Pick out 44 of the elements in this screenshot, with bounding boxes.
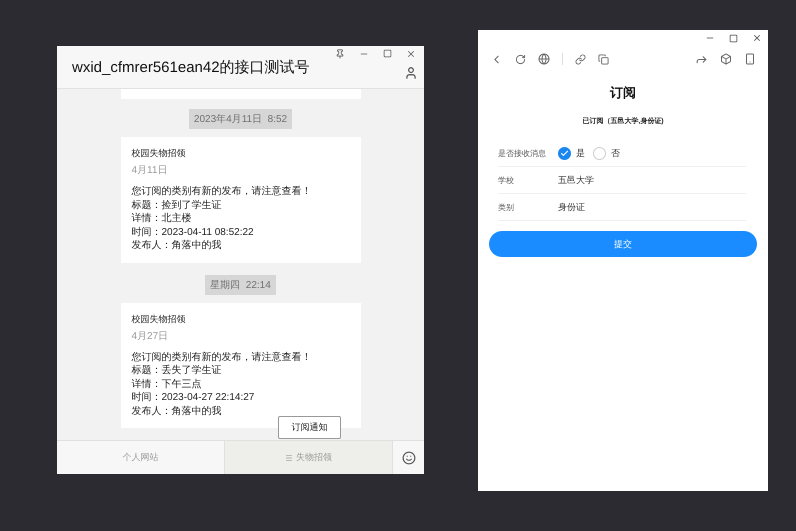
page-title: 订阅 — [610, 84, 636, 102]
cube-icon[interactable] — [720, 53, 732, 65]
person-icon[interactable] — [404, 66, 418, 80]
field-label: 是否接收消息 — [498, 148, 547, 158]
card-source: 校园失物招领 — [132, 147, 186, 160]
timestamp: 星期四 22:14 — [205, 274, 276, 294]
card-line: 标题：捡到了学生证 — [132, 198, 222, 212]
radio-button[interactable] — [558, 146, 571, 160]
globe-icon[interactable] — [538, 53, 550, 65]
field-value: 五邑大学 — [558, 174, 594, 186]
card-line: 时间：2023-04-11 08:52:22 — [132, 226, 254, 239]
phone-icon[interactable] — [744, 53, 756, 65]
maximize-icon[interactable] — [729, 34, 738, 42]
field-label: 学校 — [498, 174, 515, 186]
card-line: 时间：2023-04-27 22:14:27 — [132, 391, 254, 404]
card-line: 详情：北主楼 — [132, 212, 192, 226]
timestamp: 2023年4月11日 8:52 — [188, 109, 292, 129]
card-line: 详情：下午三点 — [132, 378, 202, 391]
field-label: 类别 — [498, 202, 515, 212]
maximize-icon[interactable] — [383, 49, 392, 58]
card-source: 校园失物招领 — [132, 312, 186, 326]
radio-option[interactable]: 否 — [593, 146, 620, 160]
pin-icon[interactable] — [335, 49, 345, 59]
card-line: 发布人：角落中的我 — [132, 404, 222, 418]
copy-icon[interactable] — [598, 54, 609, 64]
refresh-icon[interactable] — [515, 54, 526, 64]
close-icon[interactable] — [406, 49, 416, 59]
popup-menu-item[interactable]: 订阅通知 — [278, 416, 341, 439]
card-line: 您订阅的类别有新的发布，请注意查看！ — [132, 185, 312, 198]
smiley-icon — [402, 450, 416, 464]
radio-option[interactable]: 是 — [558, 146, 585, 160]
field-value: 身份证 — [558, 200, 585, 214]
close-icon[interactable] — [752, 33, 762, 43]
card-line: 您订阅的类别有新的发布，请注意查看！ — [132, 350, 312, 364]
check-icon — [560, 148, 569, 158]
list-icon — [285, 454, 293, 462]
card-line: 发布人：角落中的我 — [132, 239, 222, 252]
card-date: 4月11日 — [132, 164, 168, 177]
card-date: 4月27日 — [132, 330, 170, 342]
window-title: wxid_cfmrer561ean42的接口测试号 — [72, 58, 310, 76]
card-line: 标题：丢失了学生证 — [132, 364, 222, 378]
link-icon[interactable] — [575, 54, 586, 64]
message-card[interactable]: 校园失物招领 4月11日 您订阅的类别有新的发布，请注意查看！ 标题：捡到了学生证 详情：北主楼 时间：2023-04-11 08:52:22 发布人：角落中的我 — [120, 137, 360, 262]
radio-button[interactable] — [593, 146, 606, 160]
